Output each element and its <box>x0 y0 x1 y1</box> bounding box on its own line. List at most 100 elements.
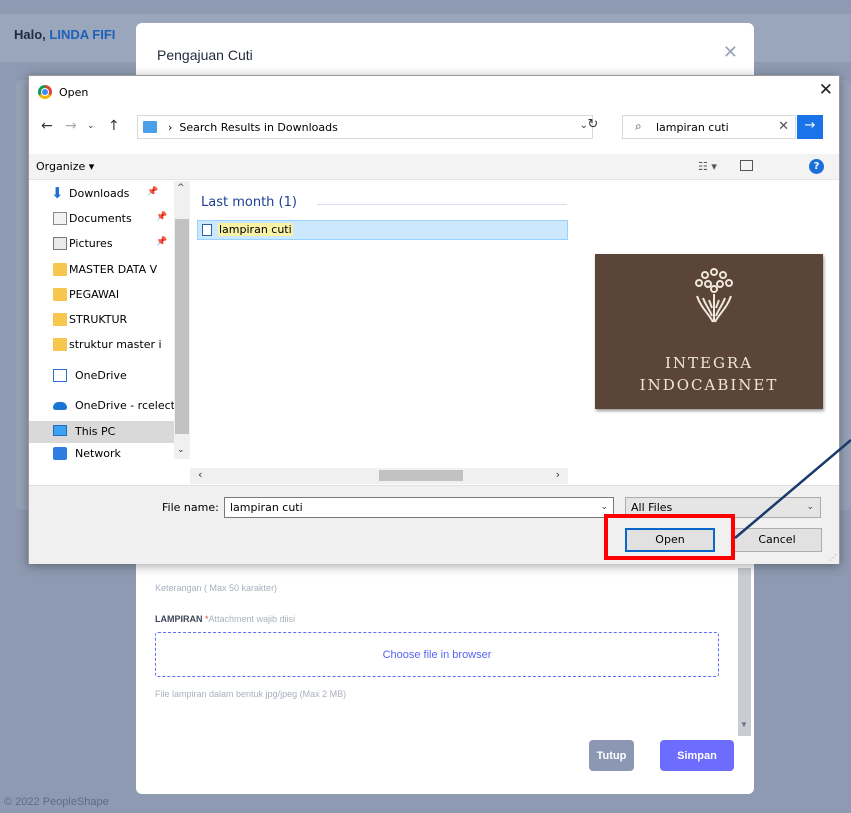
chevron-down-icon[interactable]: ⌄ <box>177 445 185 455</box>
lampiran-hint: Attachment wajib diisi <box>208 614 296 624</box>
network-icon <box>53 447 67 460</box>
scroll-down-arrow-icon[interactable]: ▼ <box>740 720 748 729</box>
nav-item-label: PEGAWAI <box>69 288 120 301</box>
dialog-title: Open <box>59 86 89 99</box>
nav-item-label: This PC <box>75 425 116 438</box>
preview-logo-line1: INTEGRA <box>664 354 754 372</box>
folder-icon <box>53 338 67 351</box>
dialog-titlebar: Open ✕ <box>29 76 839 108</box>
close-button[interactable]: Tutup <box>589 740 634 771</box>
back-arrow-icon[interactable]: ← <box>41 118 53 134</box>
pin-icon: 📌 <box>147 187 159 197</box>
nav-item-label: OneDrive <box>75 369 127 382</box>
nav-item-pictures[interactable]: Pictures 📌 <box>29 233 174 255</box>
close-icon[interactable]: ✕ <box>723 42 738 63</box>
nav-item-network[interactable]: Network <box>29 443 174 465</box>
lampiran-label: LAMPIRAN *Attachment wajib diisi <box>155 614 295 624</box>
file-name-label: File name: <box>162 501 219 514</box>
nav-item-label: OneDrive - rcelect <box>75 399 174 412</box>
folder-icon <box>53 263 67 276</box>
file-row-lampiran-cuti[interactable]: lampiran cuti <box>197 220 568 240</box>
nav-item-onedrive-rcelect[interactable]: OneDrive - rcelect <box>29 395 174 417</box>
up-arrow-icon[interactable]: ↑ <box>108 118 120 134</box>
cloud-icon <box>53 402 67 410</box>
chrome-icon <box>38 85 52 99</box>
file-list-pane: Last month (1) lampiran cuti <box>190 181 568 459</box>
change-view-icon[interactable]: ☷ ▾ <box>698 160 717 173</box>
footer-copyright: © 2022 PeopleShape <box>4 796 109 808</box>
file-dropzone[interactable]: Choose file in browser <box>155 632 719 677</box>
file-format-hint: File lampiran dalam bentuk jpg/jpeg (Max… <box>155 689 347 699</box>
nav-item-label: Network <box>75 447 121 460</box>
horizontal-scrollbar[interactable]: ‹ › <box>190 468 568 484</box>
search-value: lampiran cuti <box>656 121 729 134</box>
pin-icon: 📌 <box>156 212 168 222</box>
refresh-icon[interactable]: ↻ <box>580 117 606 141</box>
clear-search-icon[interactable]: ✕ <box>778 119 789 134</box>
dialog-toolbar: Organize ▾ ☷ ▾ ? <box>29 154 839 180</box>
nav-item-documents[interactable]: Documents 📌 <box>29 208 174 230</box>
file-icon <box>202 224 212 236</box>
navigation-pane: ⬇ Downloads 📌 Documents 📌 Pictures 📌 MAS… <box>29 181 190 460</box>
forward-arrow-icon[interactable]: → <box>65 118 77 134</box>
pin-icon: 📌 <box>156 237 168 247</box>
resize-grip-icon[interactable]: ⋰ <box>829 553 837 562</box>
dropzone-text: Choose file in browser <box>382 648 492 661</box>
folder-icon <box>53 313 67 326</box>
nav-item-label: struktur master i <box>69 338 162 351</box>
download-arrow-icon: ⬇ <box>51 184 64 202</box>
tree-logo-icon <box>695 268 733 323</box>
file-name: lampiran cuti <box>218 223 293 236</box>
chevron-right-icon[interactable]: › <box>556 468 560 481</box>
nav-scroll-thumb[interactable] <box>175 219 189 434</box>
help-icon[interactable]: ? <box>809 159 824 174</box>
modal-title: Pengajuan Cuti <box>157 47 253 63</box>
user-name[interactable]: LINDA FIFI <box>49 27 115 42</box>
nav-item-master-data[interactable]: MASTER DATA V <box>29 259 174 281</box>
pictures-icon <box>53 237 67 250</box>
computer-icon <box>53 425 67 436</box>
greeting: Halo, LINDA FIFI <box>14 27 115 42</box>
chevron-up-icon[interactable]: ^ <box>177 183 185 193</box>
nav-item-downloads[interactable]: ⬇ Downloads 📌 <box>29 183 174 205</box>
nav-item-struktur-master[interactable]: struktur master i <box>29 334 174 356</box>
path-label: Search Results in Downloads <box>179 121 338 134</box>
search-go-button[interactable]: → <box>797 115 823 139</box>
horizontal-scroll-thumb[interactable] <box>379 470 463 481</box>
lampiran-label-text: LAMPIRAN <box>155 614 203 624</box>
onedrive-icon <box>53 369 67 382</box>
folder-icon <box>143 121 157 133</box>
chevron-down-icon[interactable]: ⌄ <box>806 502 814 512</box>
chevron-down-icon[interactable]: ⌄ <box>600 502 608 512</box>
nav-item-onedrive[interactable]: OneDrive <box>29 365 174 387</box>
search-icon: ⌕ <box>635 119 642 133</box>
nav-item-pegawai[interactable]: PEGAWAI <box>29 284 174 306</box>
organize-button[interactable]: Organize ▾ <box>36 160 94 173</box>
address-path: › Search Results in Downloads <box>168 121 338 134</box>
path-separator: › <box>168 121 173 134</box>
nav-item-label: MASTER DATA V <box>69 263 158 276</box>
navigation-bar: ← → ⌄ ↑ › Search Results in Downloads ⌄ … <box>29 113 839 143</box>
file-name-input[interactable]: lampiran cuti ⌄ <box>224 497 614 518</box>
file-type-value: All Files <box>631 501 673 514</box>
nav-item-label: Documents <box>69 212 132 225</box>
nav-item-label: STRUKTUR <box>69 313 128 326</box>
search-input[interactable]: ⌕ lampiran cuti ✕ <box>622 115 796 139</box>
preview-logo-line2: INDOCABINET <box>639 376 779 394</box>
file-name-value: lampiran cuti <box>230 501 303 514</box>
chevron-left-icon[interactable]: ‹ <box>198 468 202 481</box>
keterangan-label: Keterangan ( Max 50 karakter) <box>155 583 278 593</box>
cancel-button[interactable]: Cancel <box>732 528 822 552</box>
file-preview: INTEGRA INDOCABINET <box>595 254 823 409</box>
close-icon[interactable]: ✕ <box>819 80 833 100</box>
preview-pane-icon[interactable] <box>740 160 753 171</box>
address-bar[interactable]: › Search Results in Downloads ⌄ <box>137 115 593 139</box>
modal-scrollbar[interactable] <box>738 568 751 736</box>
group-header[interactable]: Last month (1) <box>201 195 297 210</box>
save-button[interactable]: Simpan <box>660 740 734 771</box>
recent-locations-icon[interactable]: ⌄ <box>87 121 95 131</box>
greeting-prefix: Halo, <box>14 27 46 42</box>
nav-item-this-pc[interactable]: This PC <box>29 421 174 443</box>
folder-icon <box>53 288 67 301</box>
nav-item-struktur[interactable]: STRUKTUR <box>29 309 174 331</box>
